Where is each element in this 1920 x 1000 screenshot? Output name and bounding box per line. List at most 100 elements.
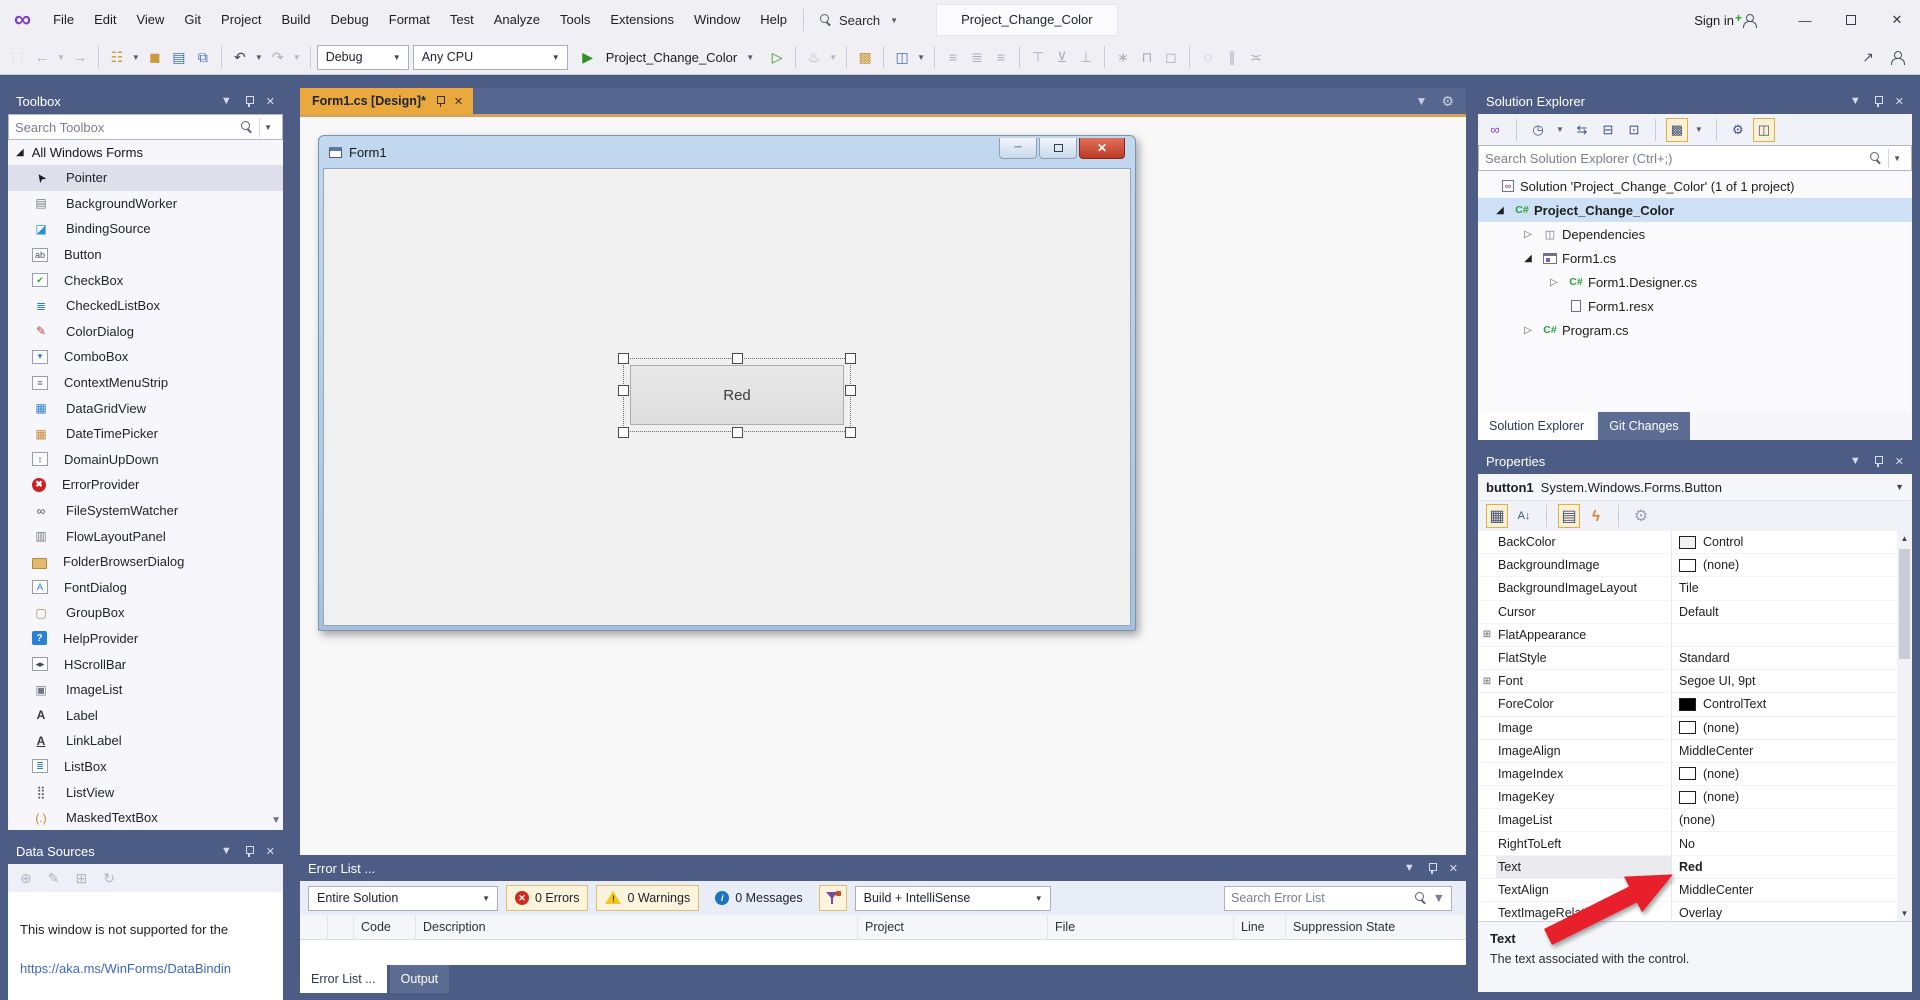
property-pages-wrench-icon[interactable]: ⚙ bbox=[1630, 504, 1652, 528]
toolbox-item-bindingsource[interactable]: ◪BindingSource bbox=[8, 216, 283, 242]
gear-icon[interactable]: ⚙ bbox=[1441, 93, 1454, 110]
active-files-dropdown-icon[interactable]: ▼ bbox=[1416, 94, 1428, 108]
solution-explorer-header[interactable]: Solution Explorer ▼ ✕ bbox=[1478, 88, 1912, 114]
save-icon[interactable]: ▤ bbox=[167, 44, 191, 70]
scroll-up-icon[interactable]: ▲ bbox=[1901, 534, 1909, 543]
scope-icon[interactable]: ⊡ bbox=[1623, 118, 1645, 142]
property-row-backcolor[interactable]: BackColorControl bbox=[1478, 531, 1897, 554]
toolbox-item-contextmenustrip[interactable]: ≡ContextMenuStrip bbox=[8, 370, 283, 396]
designed-button-red[interactable]: Red bbox=[630, 365, 844, 425]
toolbox-item-datagridview[interactable]: ▦DataGridView bbox=[8, 395, 283, 421]
toolbox-group-all-windows-forms[interactable]: ◢ All Windows Forms bbox=[8, 140, 283, 165]
property-row-textalign[interactable]: TextAlignMiddleCenter bbox=[1478, 879, 1897, 902]
chevron-down-icon[interactable]: ▼ bbox=[259, 118, 276, 137]
designer-align-icon[interactable]: ∥ bbox=[1220, 44, 1244, 70]
find-in-files-icon[interactable]: ▩ bbox=[853, 44, 877, 70]
property-row-image[interactable]: Image(none) bbox=[1478, 717, 1897, 740]
live-preview-icon[interactable]: ◫ bbox=[890, 44, 914, 70]
close-icon[interactable]: ✕ bbox=[454, 95, 463, 108]
form-minimize-button[interactable]: ─ bbox=[999, 138, 1037, 159]
properties-scrollbar[interactable]: ▲ ▼ bbox=[1897, 531, 1912, 921]
error-column-project[interactable]: Project bbox=[858, 915, 1048, 939]
tree-item-solution-project-change-color-1-of-1-project-[interactable]: ∞Solution 'Project_Change_Color' (1 of 1… bbox=[1478, 174, 1912, 198]
error-column-icon[interactable] bbox=[300, 915, 328, 939]
close-icon[interactable]: ✕ bbox=[1449, 862, 1458, 875]
property-value[interactable]: Segoe UI, 9pt bbox=[1672, 674, 1897, 688]
data-sources-header[interactable]: Data Sources ▼ ✕ bbox=[8, 838, 283, 864]
designer-align-icon[interactable]: ◌ bbox=[1196, 44, 1220, 70]
toolbox-item-flowlayoutpanel[interactable]: ▥FlowLayoutPanel bbox=[8, 523, 283, 549]
window-minimize-button[interactable]: — bbox=[1782, 0, 1828, 40]
start-without-debugging-icon[interactable]: ▷ bbox=[765, 44, 789, 70]
menu-item-view[interactable]: View bbox=[126, 0, 174, 40]
window-position-icon[interactable]: ▼ bbox=[221, 845, 232, 857]
selection-handle[interactable] bbox=[618, 427, 629, 438]
property-row-text[interactable]: TextRed bbox=[1478, 856, 1897, 879]
toolbox-item-filesystemwatcher[interactable]: ∞FileSystemWatcher bbox=[8, 498, 283, 524]
tab-output[interactable]: Output bbox=[390, 965, 450, 993]
property-value[interactable]: Red bbox=[1672, 860, 1897, 874]
designed-form-titlebar[interactable]: Form1 ─ ✕ bbox=[319, 136, 1135, 168]
property-row-imageindex[interactable]: ImageIndex(none) bbox=[1478, 763, 1897, 786]
toolbox-item-maskedtextbox[interactable]: (.)MaskedTextBox bbox=[8, 805, 283, 830]
designer-align-icon[interactable]: ≣ bbox=[965, 44, 989, 70]
pin-icon[interactable] bbox=[1873, 95, 1883, 108]
add-data-source-icon[interactable]: ⊕ bbox=[20, 870, 32, 887]
designer-align-icon[interactable]: ≍ bbox=[1244, 44, 1268, 70]
pin-icon[interactable] bbox=[244, 845, 254, 858]
property-row-backgroundimagelayout[interactable]: BackgroundImageLayoutTile bbox=[1478, 577, 1897, 600]
tab-git-changes[interactable]: Git Changes bbox=[1598, 412, 1689, 440]
toolbox-item-checkedlistbox[interactable]: ≣CheckedListBox bbox=[8, 293, 283, 319]
scroll-down-icon[interactable]: ▼ bbox=[1901, 909, 1909, 918]
toolbox-item-datetimepicker[interactable]: ▦DateTimePicker bbox=[8, 421, 283, 447]
pending-changes-filter-icon[interactable]: ◷ bbox=[1527, 118, 1549, 142]
menu-item-format[interactable]: Format bbox=[379, 0, 440, 40]
designed-form-surface[interactable]: Red bbox=[323, 168, 1131, 626]
tab-solution-explorer[interactable]: Solution Explorer bbox=[1478, 412, 1595, 440]
property-value[interactable]: MiddleCenter bbox=[1672, 744, 1897, 758]
error-list-header[interactable]: Error List ... ▼ ✕ bbox=[300, 855, 1466, 881]
property-value[interactable]: (none) bbox=[1672, 813, 1897, 827]
properties-view-icon[interactable]: ▤ bbox=[1558, 504, 1580, 528]
property-row-forecolor[interactable]: ForeColorControlText bbox=[1478, 693, 1897, 716]
chevron-down-icon[interactable]: ▼ bbox=[1553, 125, 1567, 134]
open-folder-icon[interactable]: ◼ bbox=[143, 44, 167, 70]
designer-align-icon[interactable]: ⊥ bbox=[1074, 44, 1098, 70]
toolbox-item-linklabel[interactable]: ALinkLabel bbox=[8, 728, 283, 754]
toolbox-item-combobox[interactable]: ▾ComboBox bbox=[8, 344, 283, 370]
error-scope-combo[interactable]: Entire Solution▼ bbox=[308, 886, 498, 911]
pin-icon[interactable] bbox=[1427, 862, 1437, 875]
error-column-line[interactable]: Line bbox=[1234, 915, 1286, 939]
undo-icon[interactable]: ↶ bbox=[228, 44, 252, 70]
toolbox-item-errorprovider[interactable]: ✖ErrorProvider bbox=[8, 472, 283, 498]
menu-item-extensions[interactable]: Extensions bbox=[600, 0, 684, 40]
toolbox-item-imagelist[interactable]: ▣ImageList bbox=[8, 677, 283, 703]
property-row-flatappearance[interactable]: ⊞FlatAppearance bbox=[1478, 624, 1897, 647]
menu-item-analyze[interactable]: Analyze bbox=[484, 0, 550, 40]
selection-handle[interactable] bbox=[732, 427, 743, 438]
tab-form1-design[interactable]: Form1.cs [Design]* ✕ bbox=[300, 88, 473, 114]
expander-closed-icon[interactable]: ▷ bbox=[1518, 229, 1538, 240]
menu-item-file[interactable]: File bbox=[43, 0, 84, 40]
chevron-down-icon[interactable]: ▼ bbox=[129, 53, 143, 62]
toolbox-item-colordialog[interactable]: ✎ColorDialog bbox=[8, 319, 283, 345]
properties-header[interactable]: Properties ▼ ✕ bbox=[1478, 448, 1912, 474]
pin-icon[interactable] bbox=[435, 95, 445, 108]
form-close-button[interactable]: ✕ bbox=[1079, 138, 1125, 159]
refresh-icon[interactable]: ↻ bbox=[103, 870, 115, 887]
selected-object-combo[interactable]: button1 System.Windows.Forms.Button ▼ bbox=[1478, 474, 1912, 501]
messages-filter-button[interactable]: i 0 Messages bbox=[707, 885, 810, 911]
menu-item-edit[interactable]: Edit bbox=[84, 0, 126, 40]
error-column-icon[interactable] bbox=[328, 915, 354, 939]
toolbox-item-helpprovider[interactable]: ?HelpProvider bbox=[8, 626, 283, 652]
pin-icon[interactable] bbox=[244, 95, 254, 108]
alphabetical-sort-icon[interactable]: A↓ bbox=[1513, 504, 1535, 528]
designer-align-icon[interactable]: ◻ bbox=[1159, 44, 1183, 70]
collapse-all-icon[interactable]: ⊟ bbox=[1597, 118, 1619, 142]
toolbox-item-listview[interactable]: ⣿ListView bbox=[8, 779, 283, 805]
expand-plus-icon[interactable]: ⊞ bbox=[1478, 676, 1496, 687]
property-value[interactable]: Standard bbox=[1672, 651, 1897, 665]
selection-handle[interactable] bbox=[618, 353, 629, 364]
show-all-files-icon[interactable]: ▩ bbox=[1666, 118, 1688, 142]
switch-views-icon[interactable]: ∞ bbox=[1484, 118, 1506, 142]
